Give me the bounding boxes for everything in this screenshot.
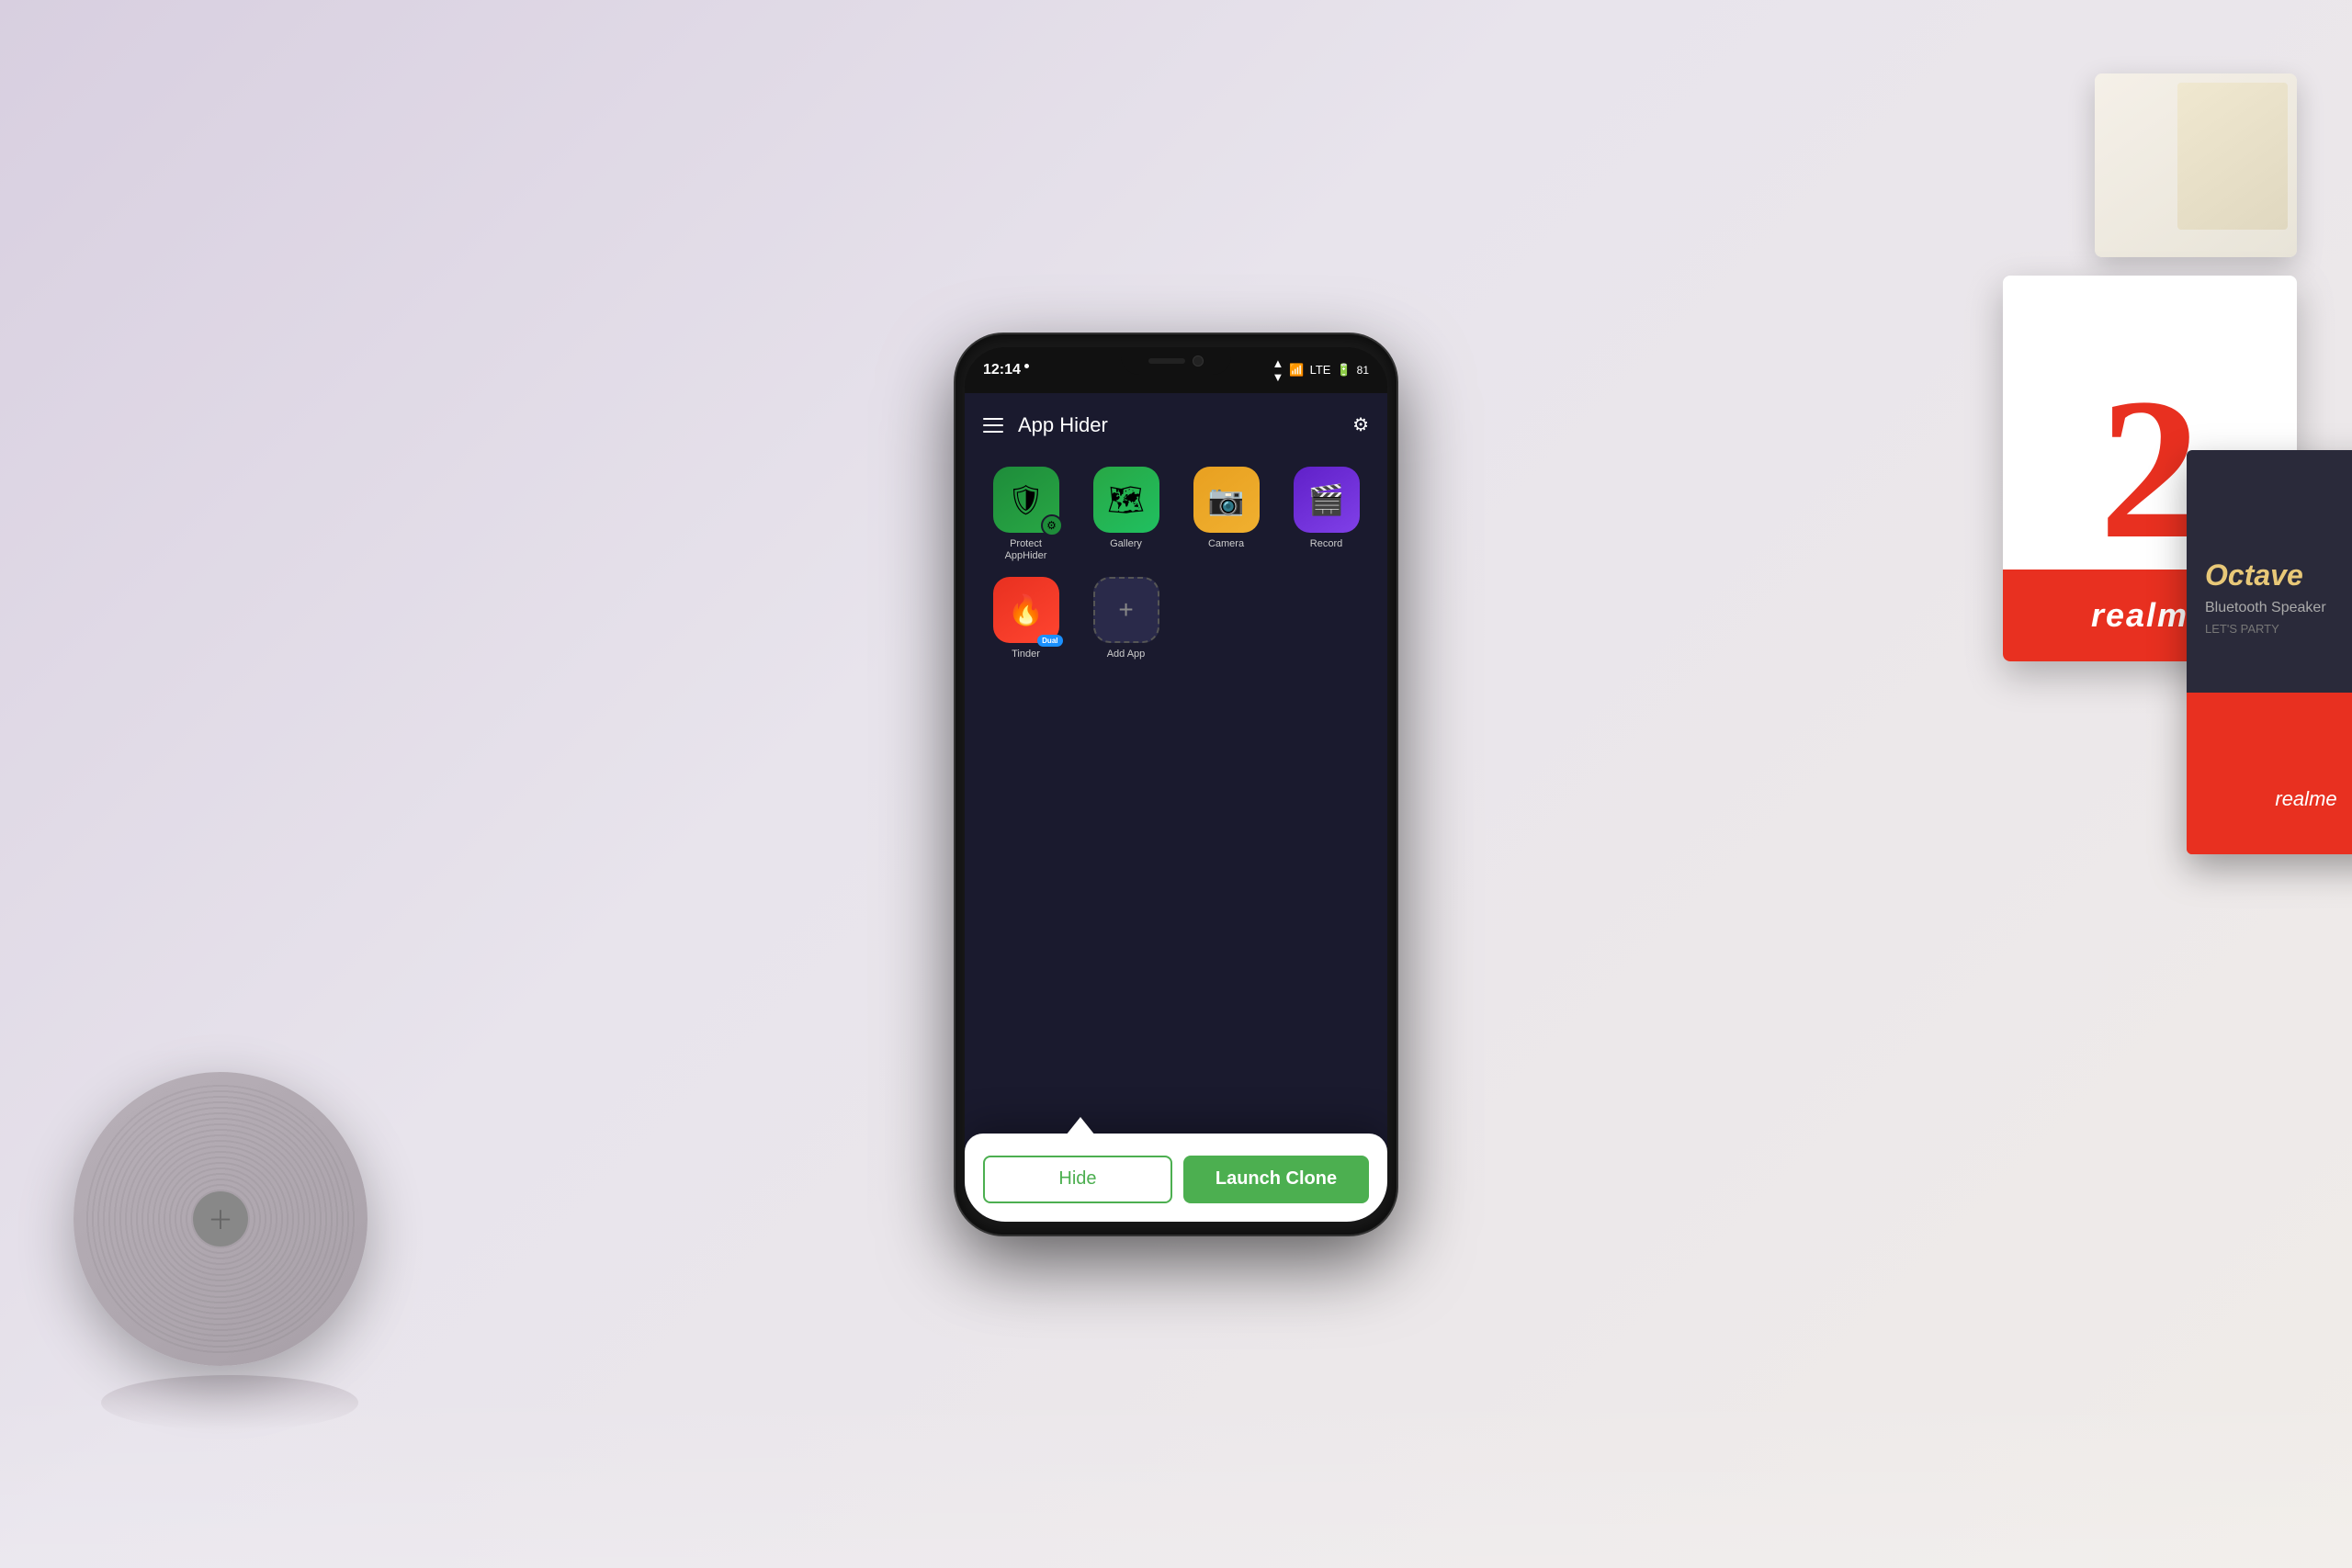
settings-icon[interactable]: ⚙ [1352, 413, 1369, 436]
status-icons-group: ▲▼ 📶 LTE 🔋 81 [1272, 356, 1370, 384]
record-icon: 🎬 [1294, 467, 1360, 533]
app-icon-protect-apphider[interactable]: 🛡 ⚙ ProtectAppHider [983, 467, 1069, 562]
app-content-area: App Hider ⚙ 🛡 ⚙ ProtectAppHider [965, 393, 1387, 1222]
realme-number: 2 [2099, 367, 2200, 570]
battery-icon: 🔋 [1336, 363, 1351, 378]
wifi-icon: ▲▼ [1272, 356, 1284, 384]
record-label: Record [1310, 538, 1342, 550]
product-box-top [2095, 73, 2297, 257]
dual-badge: Dual [1037, 635, 1062, 647]
hamburger-menu-icon[interactable] [983, 418, 1003, 433]
hide-button[interactable]: Hide [983, 1156, 1172, 1203]
app-icon-add-app[interactable]: + Add App [1083, 577, 1169, 660]
app-header: App Hider ⚙ [965, 393, 1387, 457]
status-time: 12:14 [983, 362, 1029, 378]
phone-body: 12:14 ▲▼ 📶 LTE 🔋 81 [956, 334, 1396, 1235]
battery-level: 81 [1357, 364, 1369, 377]
app-icon-camera[interactable]: 📷 Camera [1183, 467, 1269, 562]
desk-surface [0, 1384, 2352, 1568]
notch [1121, 347, 1231, 375]
app-grid: 🛡 ⚙ ProtectAppHider 🗺 Gallery [965, 457, 1387, 671]
realme-box: 2 realme Octave Bluetooth Speaker LET'S … [1948, 276, 2297, 827]
signal-dot [1024, 364, 1029, 368]
products-display: 2 realme Octave Bluetooth Speaker LET'S … [1948, 73, 2297, 827]
phone-screen: 12:14 ▲▼ 📶 LTE 🔋 81 [965, 347, 1387, 1222]
tinder-icon: 🔥 Dual [993, 577, 1059, 643]
app-icon-gallery[interactable]: 🗺 Gallery [1083, 467, 1169, 562]
add-app-icon: + [1093, 577, 1159, 643]
speaker-center-button: ＋ [193, 1191, 248, 1247]
front-camera [1193, 355, 1204, 367]
app-title: App Hider [1018, 413, 1338, 437]
add-app-label: Add App [1107, 649, 1146, 660]
earpiece-speaker [1148, 358, 1185, 364]
phone-device: 12:14 ▲▼ 📶 LTE 🔋 81 [956, 334, 1396, 1235]
bluetooth-speaker: ＋ [74, 1072, 386, 1421]
lte-label: LTE [1310, 363, 1331, 377]
protect-apphider-label: ProtectAppHider [1005, 538, 1047, 562]
octave-box: Octave Bluetooth Speaker LET'S PARTY rea… [2187, 450, 2352, 854]
octave-subtitle: Bluetooth Speaker [2205, 600, 2352, 616]
gallery-label: Gallery [1110, 538, 1142, 550]
popup-buttons-group: Hide Launch Clone [983, 1156, 1369, 1203]
launch-clone-button[interactable]: Launch Clone [1183, 1156, 1369, 1203]
camera-icon: 📷 [1193, 467, 1260, 533]
app-icon-tinder[interactable]: 🔥 Dual Tinder [983, 577, 1069, 660]
popup-pointer [1066, 1117, 1095, 1135]
protect-apphider-icon: 🛡 ⚙ [993, 467, 1059, 533]
octave-title: Octave [2205, 558, 2352, 592]
octave-brand: realme [2275, 787, 2336, 811]
gallery-icon: 🗺 [1093, 467, 1159, 533]
app-icon-record[interactable]: 🎬 Record [1283, 467, 1369, 562]
gear-overlay-icon: ⚙ [1041, 514, 1063, 536]
action-popup: Hide Launch Clone [965, 1134, 1387, 1222]
lets-party-text: LET'S PARTY [2205, 622, 2352, 636]
signal-icon: 📶 [1289, 363, 1304, 378]
camera-label: Camera [1208, 538, 1244, 550]
tinder-label: Tinder [1012, 649, 1040, 660]
